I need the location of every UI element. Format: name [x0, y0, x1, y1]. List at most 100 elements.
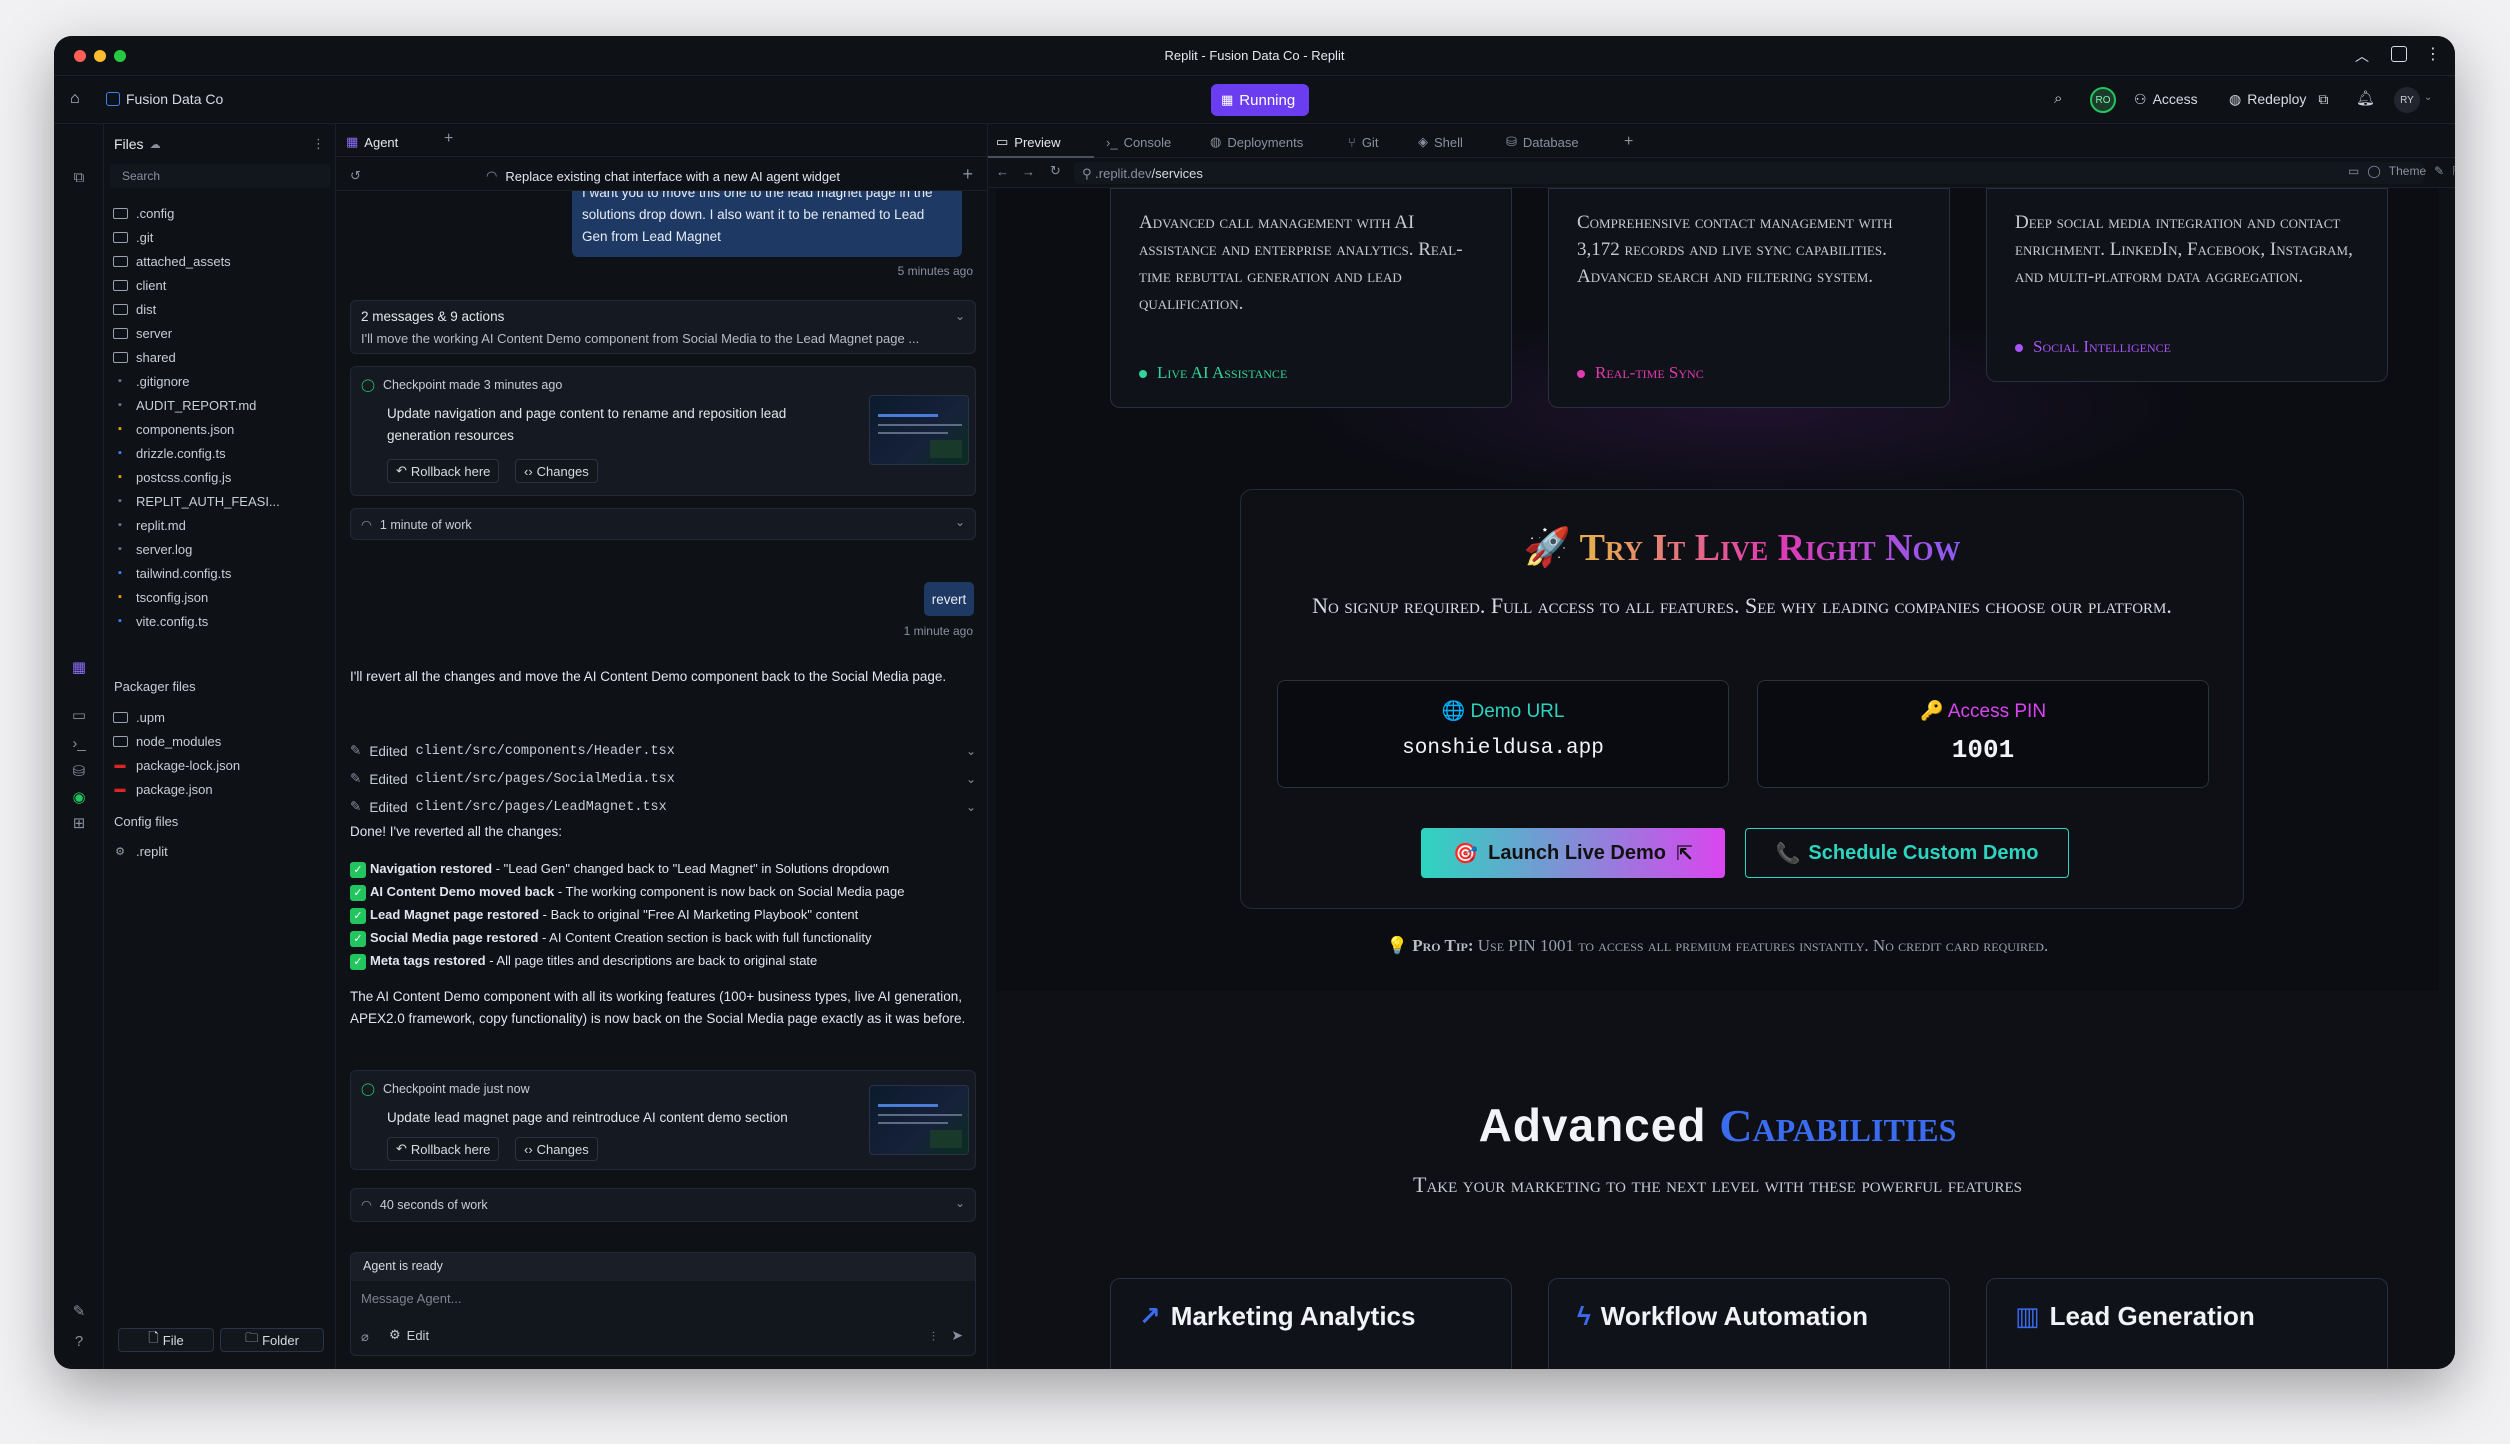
- url-input[interactable]: ⚲ .replit.dev/services: [1074, 162, 2424, 184]
- advanced-title: Advanced Capabilities: [1478, 1099, 1957, 1151]
- run-button[interactable]: ▦ Running: [1211, 84, 1309, 116]
- thread-title[interactable]: ◠ Replace existing chat interface with a…: [486, 168, 840, 184]
- refresh-icon[interactable]: ↻: [1050, 163, 1061, 179]
- chevron-up-icon[interactable]: ︿: [2355, 46, 2369, 66]
- project-selector[interactable]: Fusion Data Co: [106, 84, 223, 114]
- file-item[interactable]: client: [112, 274, 166, 296]
- forward-icon[interactable]: →: [1022, 164, 1035, 179]
- file-item[interactable]: ▪ server.log: [112, 538, 192, 560]
- rocket-icon[interactable]: ✎: [69, 1302, 89, 1322]
- apps-icon[interactable]: ⊞: [69, 814, 89, 834]
- home-icon[interactable]: ⌂: [70, 90, 80, 108]
- file-item[interactable]: .git: [112, 226, 153, 248]
- file-item[interactable]: ▪ tsconfig.json: [112, 586, 208, 608]
- file-item[interactable]: shared: [112, 346, 176, 368]
- work-summary[interactable]: ◠ 40 seconds of work ⌄: [350, 1188, 976, 1222]
- new-thread-icon[interactable]: +: [962, 164, 973, 185]
- attach-icon[interactable]: ⌀: [361, 1329, 369, 1345]
- more-vertical-icon[interactable]: ⋮: [312, 136, 325, 152]
- database-icon[interactable]: ⛁: [69, 762, 89, 782]
- new-tab-icon[interactable]: +: [444, 130, 453, 148]
- demo-url-label: 🌐 Demo URL: [1441, 701, 1565, 722]
- edited-file-row[interactable]: ✎ Edited client/src/components/Header.tsx ⌄: [350, 740, 976, 762]
- edited-file-row[interactable]: ✎ Edited client/src/pages/SocialMedia.tsx ⌄: [350, 768, 976, 790]
- file-item[interactable]: ▬ package.json: [112, 778, 213, 800]
- shell-icon[interactable]: ›_: [69, 734, 89, 754]
- file-item[interactable]: ▪ vite.config.ts: [112, 610, 208, 632]
- back-icon[interactable]: ←: [996, 164, 1009, 179]
- chevron-down-icon[interactable]: ⌄: [955, 515, 965, 529]
- tab-agent[interactable]: ▦ Agent: [346, 130, 398, 154]
- preview-icon[interactable]: ▭: [69, 706, 89, 726]
- changes-button[interactable]: ‹› Changes: [515, 1137, 598, 1161]
- file-item[interactable]: ▪ .gitignore: [112, 370, 189, 392]
- chevron-down-icon[interactable]: ⌄: [2424, 92, 2432, 103]
- profile-avatar[interactable]: RY: [2394, 87, 2420, 113]
- tab-shell[interactable]: ◈ Shell: [1418, 131, 1463, 153]
- chevron-down-icon[interactable]: ⌄: [955, 309, 965, 323]
- demo-url-value[interactable]: sonshieldusa.app: [1278, 737, 1728, 760]
- edited-file-row[interactable]: ✎ Edited client/src/pages/LeadMagnet.tsx ⌄: [350, 796, 976, 818]
- theme-toggle[interactable]: ▭ ◯ Theme ✎ ⇱: [2348, 164, 2455, 178]
- tab-database[interactable]: ⛁ Database: [1506, 131, 1579, 153]
- chevron-down-icon[interactable]: ⌄: [966, 772, 976, 786]
- edit-mode-button[interactable]: ⚙ Edit: [389, 1327, 429, 1343]
- add-tab-icon[interactable]: +: [1624, 131, 1633, 153]
- message-input[interactable]: Message Agent...: [361, 1291, 961, 1306]
- file-item[interactable]: dist: [112, 298, 156, 320]
- agent-icon[interactable]: ▦: [69, 658, 89, 678]
- file-item[interactable]: ⚙ .replit: [112, 840, 168, 862]
- avatar[interactable]: RO: [2090, 87, 2116, 113]
- file-item[interactable]: node_modules: [112, 730, 221, 752]
- copy-icon[interactable]: ⧉: [2318, 91, 2328, 108]
- file-item[interactable]: attached_assets: [112, 250, 231, 272]
- file-item[interactable]: ▪ tailwind.config.ts: [112, 562, 231, 584]
- agent-reply-intro: I'll revert all the changes and move the…: [350, 669, 947, 684]
- chevron-down-icon[interactable]: ⌄: [955, 1196, 965, 1210]
- help-icon[interactable]: ?: [69, 1332, 89, 1352]
- chevron-down-icon[interactable]: ⌄: [966, 744, 976, 758]
- file-item[interactable]: ▪ REPLIT_AUTH_FEASI...: [112, 490, 280, 512]
- actions-summary[interactable]: 2 messages & 9 actions I'll move the wor…: [350, 300, 976, 354]
- deploy-icon[interactable]: ◉: [69, 788, 89, 808]
- chevron-down-icon[interactable]: ⌄: [966, 800, 976, 814]
- changes-button[interactable]: ‹› Changes: [515, 459, 598, 483]
- redeploy-button[interactable]: ◍ Redeploy ⧉: [2229, 84, 2328, 114]
- file-item[interactable]: .upm: [112, 706, 165, 728]
- sliders-icon[interactable]: ⫶: [932, 1329, 935, 1345]
- history-icon[interactable]: ↺: [350, 168, 361, 184]
- access-button[interactable]: ⚇ Access: [2134, 84, 2198, 114]
- bell-icon[interactable]: 🔔︎: [2356, 89, 2375, 107]
- tab-deployments[interactable]: ◍ Deployments: [1210, 131, 1303, 153]
- tab-preview[interactable]: ▭ Preview: [996, 131, 1061, 153]
- feature-card: Advanced call management with AI assista…: [1110, 188, 1512, 408]
- new-folder-button[interactable]: 🗀 Folder: [220, 1328, 324, 1352]
- file-item[interactable]: ▪ AUDIT_REPORT.md: [112, 394, 256, 416]
- search-icon[interactable]: ⌕: [2054, 90, 2062, 107]
- send-icon[interactable]: ➤: [951, 1327, 963, 1344]
- schedule-demo-button[interactable]: 📞 Schedule Custom Demo: [1745, 828, 2069, 878]
- rollback-button[interactable]: ↶ Rollback here: [387, 1137, 500, 1161]
- access-pin-label: 🔑 Access PIN: [1919, 701, 2047, 722]
- launch-demo-button[interactable]: 🎯 Launch Live Demo ⇱: [1421, 828, 1725, 878]
- file-item[interactable]: ▪ drizzle.config.ts: [112, 442, 226, 464]
- file-item[interactable]: ▪ replit.md: [112, 514, 186, 536]
- new-file-button[interactable]: 🗋 File: [118, 1328, 214, 1352]
- file-item[interactable]: ▪ postcss.config.js: [112, 466, 231, 488]
- file-icon: ▪: [118, 615, 122, 627]
- file-search-input[interactable]: Search: [110, 164, 330, 188]
- file-item[interactable]: server: [112, 322, 172, 344]
- tab-git[interactable]: ⑂ Git: [1348, 131, 1378, 153]
- rollback-button[interactable]: ↶ Rollback here: [387, 459, 500, 483]
- more-vertical-icon[interactable]: ⋮: [2425, 44, 2441, 64]
- files-panel-icon[interactable]: ⧉: [69, 168, 89, 188]
- file-item[interactable]: .config: [112, 202, 174, 224]
- file-item[interactable]: ▬ package-lock.json: [112, 754, 241, 776]
- user-message: revert: [924, 582, 974, 616]
- checkpoint-thumbnail[interactable]: [869, 1085, 969, 1155]
- checkpoint-thumbnail[interactable]: [869, 395, 969, 465]
- tab-console[interactable]: ›_ Console: [1106, 131, 1171, 153]
- file-item[interactable]: ▪ components.json: [112, 418, 234, 440]
- expand-icon[interactable]: [2391, 46, 2407, 62]
- work-summary[interactable]: ◠ 1 minute of work ⌄: [350, 508, 976, 540]
